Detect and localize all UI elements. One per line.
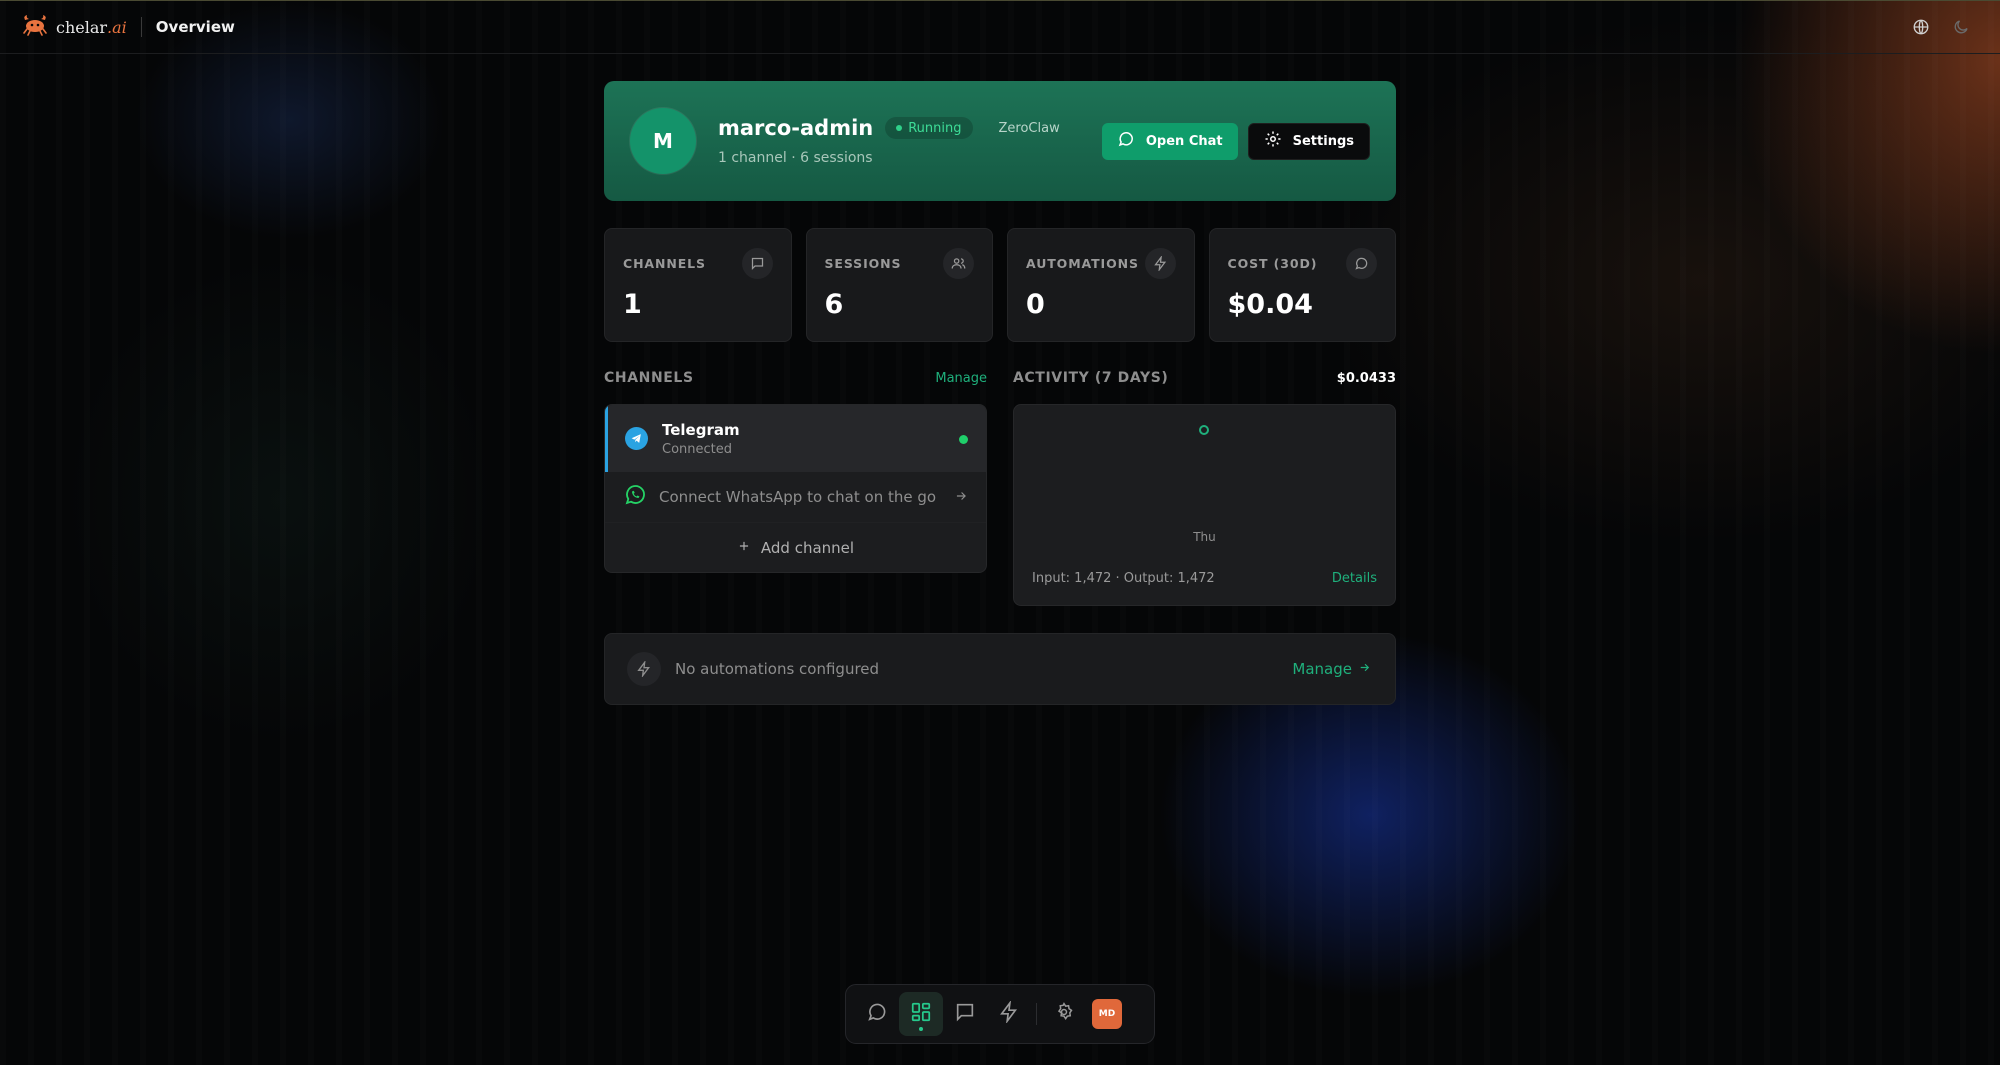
channels-card: Telegram Connected Connect WhatsApp to c… (604, 404, 987, 573)
status-badge: Running (885, 117, 973, 139)
stat-label: SESSIONS (824, 256, 902, 271)
activity-section-header: ACTIVITY (7 DAYS) $0.0433 (1013, 370, 1396, 386)
brand-logo[interactable]: chelar.ai (22, 14, 127, 40)
activity-total-cost: $0.0433 (1336, 370, 1396, 386)
agent-hero-card: M marco-admin Running ZeroClaw 1 channel… (604, 81, 1396, 201)
page-title: Overview (155, 18, 235, 36)
gear-icon (1264, 130, 1282, 152)
whatsapp-icon (623, 483, 647, 511)
stat-value: 6 (824, 289, 844, 320)
settings-button[interactable]: Settings (1247, 122, 1370, 160)
stats-row: CHANNELS 1 SESSIONS 6 AUTOMATIONS 0 COST… (604, 228, 1396, 342)
stat-card-channels: CHANNELS 1 (604, 228, 792, 342)
agent-summary: 1 channel · 6 sessions (718, 150, 873, 166)
activity-data-point (1199, 425, 1209, 435)
zap-icon (627, 652, 661, 686)
moon-icon[interactable] (1952, 18, 1970, 40)
status-label: Running (908, 120, 962, 136)
manage-channels-link[interactable]: Manage (935, 371, 987, 386)
channels-section-header: CHANNELS Manage (604, 370, 987, 386)
open-chat-button[interactable]: Open Chat (1101, 122, 1238, 160)
arrow-right-icon (954, 488, 968, 507)
dock-dashboard-button[interactable] (899, 992, 943, 1036)
bottom-dock: MD (845, 984, 1155, 1044)
manage-automations-link[interactable]: Manage (1292, 660, 1371, 678)
stat-label: AUTOMATIONS (1026, 256, 1139, 271)
engine-label: ZeroClaw (998, 120, 1060, 136)
manage-automations-label: Manage (1292, 660, 1352, 678)
stat-label: CHANNELS (623, 256, 706, 271)
channel-name: Telegram (662, 420, 740, 439)
add-channel-label: Add channel (760, 539, 855, 557)
telegram-icon (625, 427, 648, 450)
add-channel-button[interactable]: Add channel (605, 523, 986, 572)
activity-details-link[interactable]: Details (1332, 571, 1377, 586)
dock-divider (1036, 1003, 1037, 1025)
top-bar: chelar.ai Overview (0, 0, 2000, 54)
agent-avatar: M (630, 108, 696, 174)
automations-empty-text: No automations configured (675, 660, 880, 678)
brand-name: chelar.ai (56, 17, 127, 37)
chat-icon (866, 1001, 888, 1027)
activity-section-title: ACTIVITY (7 DAYS) (1013, 370, 1169, 386)
stat-value: 1 (623, 289, 642, 320)
message-square-icon (741, 248, 773, 279)
stat-card-automations: AUTOMATIONS 0 (1007, 228, 1195, 342)
open-chat-label: Open Chat (1145, 133, 1223, 149)
dashboard-icon (910, 1001, 932, 1027)
zap-icon (1144, 248, 1176, 279)
channels-section-title: CHANNELS (604, 370, 694, 386)
header-divider (140, 17, 142, 37)
activity-x-tick: Thu (1193, 530, 1216, 544)
settings-label: Settings (1292, 133, 1354, 149)
whatsapp-cta-text: Connect WhatsApp to chat on the go (659, 488, 937, 506)
agent-name: marco-admin (718, 116, 874, 140)
plus-icon (737, 539, 751, 557)
dock-settings-button[interactable] (1042, 992, 1086, 1036)
dock-automations-button[interactable] (987, 992, 1031, 1036)
chat-bubble-icon (1117, 130, 1135, 152)
users-icon (943, 248, 974, 279)
dock-chat-button[interactable] (855, 992, 899, 1036)
stat-value: $0.04 (1227, 289, 1313, 320)
arrow-right-icon (1358, 660, 1371, 678)
user-avatar[interactable]: MD (1092, 999, 1122, 1029)
stat-card-sessions: SESSIONS 6 (805, 228, 993, 342)
stat-value: 0 (1026, 289, 1045, 320)
activity-token-summary: Input: 1,472 · Output: 1,472 (1032, 571, 1215, 586)
status-dot-icon (896, 125, 903, 131)
dock-messages-button[interactable] (943, 992, 987, 1036)
message-circle-icon (1346, 248, 1377, 279)
stat-card-cost: COST (30D) $0.04 (1208, 228, 1396, 342)
stat-label: COST (30D) (1227, 256, 1318, 271)
messages-icon (954, 1001, 976, 1027)
channel-status: Connected (662, 441, 733, 457)
automations-card: No automations configured Manage (604, 633, 1396, 705)
channel-item-telegram[interactable]: Telegram Connected (605, 405, 986, 472)
crab-logo-icon (22, 14, 48, 40)
automations-icon (998, 999, 1020, 1027)
connected-dot-icon (959, 435, 968, 444)
settings-icon (1054, 1002, 1074, 1026)
connect-whatsapp-row[interactable]: Connect WhatsApp to chat on the go (605, 472, 986, 523)
activity-card: Thu Input: 1,472 · Output: 1,472 Details (1013, 404, 1396, 606)
globe-icon[interactable] (1912, 18, 1930, 40)
